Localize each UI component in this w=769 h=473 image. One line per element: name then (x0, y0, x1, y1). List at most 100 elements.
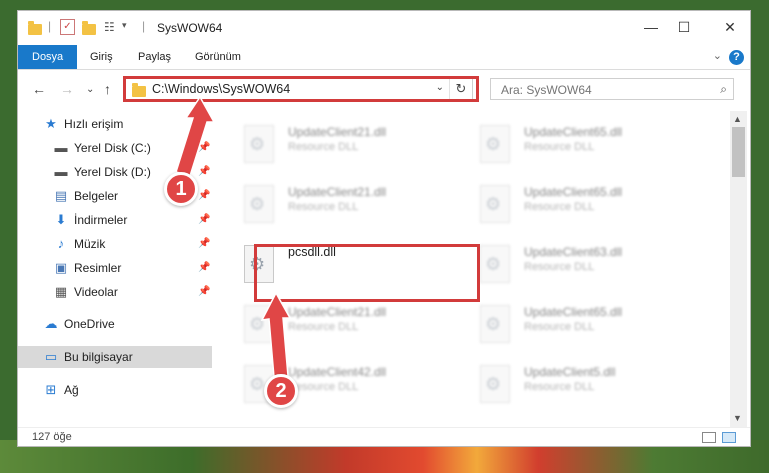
file-name: UpdateClient42.dll (288, 365, 387, 379)
file-item[interactable]: UpdateClient63.dll Resource DLL (452, 239, 672, 289)
highlight-address-bar (123, 76, 479, 102)
sidebar-item-label: İndirmeler (74, 213, 128, 227)
ribbon: Dosya Giriş Paylaş Görünüm ⌄ ? (18, 45, 750, 70)
pin-icon[interactable]: 📌 (198, 161, 210, 183)
quick-access-dropdown-icon[interactable]: ▾ (122, 20, 127, 36)
disk-icon: ▬ (54, 164, 68, 179)
tab-paylas[interactable]: Paylaş (128, 45, 181, 69)
recent-locations-button[interactable]: ⌄ (86, 84, 94, 95)
sidebar-item-label: Yerel Disk (D:) (74, 165, 151, 179)
details-view-icon[interactable] (702, 432, 716, 443)
star-icon: ★ (45, 116, 57, 131)
file-item[interactable]: UpdateClient42.dll Resource DLL (216, 359, 436, 409)
expand-ribbon-icon[interactable]: ⌄ (713, 49, 722, 62)
pin-icon[interactable]: 📌 (198, 257, 210, 279)
search-input[interactable] (499, 82, 703, 98)
sidebar-item-label: Müzik (74, 237, 106, 251)
close-button[interactable]: ✕ (715, 17, 745, 37)
back-button[interactable]: ← (32, 81, 46, 97)
file-type: Resource DLL (288, 321, 359, 333)
disk-icon: ▬ (54, 140, 68, 155)
pin-icon[interactable]: 📌 (198, 185, 210, 207)
sidebar-item-videos[interactable]: ▦ Videolar 📌 (18, 281, 212, 303)
sidebar-item-label: OneDrive (64, 317, 115, 331)
pictures-icon: ▣ (54, 260, 68, 275)
sidebar-item-disk-c[interactable]: ▬ Yerel Disk (C:) 📌 (18, 137, 212, 159)
step-1-badge: 1 (164, 172, 198, 206)
file-type: Resource DLL (524, 321, 595, 333)
network-icon: ⊞ (45, 382, 57, 397)
file-name: UpdateClient21.dll (288, 125, 387, 139)
file-item[interactable]: UpdateClient65.dll Resource DLL (452, 299, 672, 349)
file-item[interactable]: UpdateClient65.dll Resource DLL (452, 179, 672, 229)
file-type: Resource DLL (524, 201, 595, 213)
scroll-up-icon[interactable]: ▲ (733, 114, 742, 124)
sidebar-item-quick-access[interactable]: ★ Hızlı erişim (18, 113, 212, 135)
pin-icon[interactable]: 📌 (198, 137, 210, 159)
sidebar-item-label: Ağ (64, 383, 79, 397)
highlight-pcsdll (254, 244, 480, 302)
file-name: UpdateClient21.dll (288, 305, 387, 319)
file-explorer-window: | ✓ ☷ ▾ | SysWOW64 — ☐ ✕ Dosya Giriş Pay… (17, 10, 751, 447)
dll-file-icon (244, 125, 274, 163)
navigation-pane: ★ Hızlı erişim ▬ Yerel Disk (C:) 📌 ▬ Yer… (18, 111, 212, 427)
dll-file-icon (480, 125, 510, 163)
minimize-button[interactable]: — (636, 17, 666, 37)
sidebar-item-pictures[interactable]: ▣ Resimler 📌 (18, 257, 212, 279)
sidebar-item-onedrive[interactable]: ☁ OneDrive (18, 313, 212, 335)
computer-icon: ▭ (44, 349, 58, 364)
help-icon[interactable]: ? (729, 50, 744, 65)
forward-button[interactable]: → (60, 81, 74, 97)
sidebar-item-this-pc[interactable]: ▭ Bu bilgisayar (18, 346, 212, 368)
file-name: UpdateClient65.dll (524, 185, 623, 199)
dll-file-icon (244, 185, 274, 223)
sidebar-item-music[interactable]: ♪ Müzik 📌 (18, 233, 212, 255)
sidebar-item-label: Bu bilgisayar (64, 350, 133, 364)
sidebar-item-label: Hızlı erişim (64, 117, 124, 131)
videos-icon: ▦ (54, 284, 68, 299)
file-item[interactable]: UpdateClient21.dll Resource DLL (216, 179, 436, 229)
file-name: UpdateClient5.dll (524, 365, 616, 379)
file-item[interactable]: UpdateClient5.dll Resource DLL (452, 359, 672, 409)
tab-giris[interactable]: Giriş (80, 45, 123, 69)
sidebar-item-label: Yerel Disk (C:) (74, 141, 151, 155)
status-bar: 127 öğe (18, 427, 750, 448)
pin-icon[interactable]: 📌 (198, 281, 210, 303)
dll-file-icon (480, 305, 510, 343)
search-box[interactable]: ⌕ (490, 78, 734, 100)
pin-icon[interactable]: 📌 (198, 209, 210, 231)
tab-gorunum[interactable]: Görünüm (185, 45, 251, 69)
documents-icon: ▤ (54, 188, 68, 203)
up-button[interactable]: ↑ (104, 81, 111, 97)
music-icon: ♪ (57, 236, 65, 251)
search-icon[interactable]: ⌕ (720, 82, 727, 97)
step-2-badge: 2 (264, 374, 298, 408)
file-item[interactable]: UpdateClient21.dll Resource DLL (216, 119, 436, 169)
scroll-thumb[interactable] (732, 127, 745, 177)
pin-icon[interactable]: 📌 (198, 233, 210, 255)
cloud-icon: ☁ (44, 316, 58, 331)
sidebar-item-label: Videolar (74, 285, 118, 299)
tab-dosya[interactable]: Dosya (18, 45, 78, 69)
maximize-button[interactable]: ☐ (669, 17, 699, 37)
sidebar-item-downloads[interactable]: ⬇ İndirmeler 📌 (18, 209, 212, 231)
navigation-bar: ← → ⌄ ↑ C:\Windows\SysWOW64 ⌄ ↻ ⌕ (18, 70, 750, 108)
dll-file-icon (244, 305, 274, 343)
customize-icon[interactable]: ☷ (104, 20, 115, 36)
dll-file-icon (480, 185, 510, 223)
file-item[interactable]: UpdateClient21.dll Resource DLL (216, 299, 436, 349)
file-type: Resource DLL (288, 201, 359, 213)
scroll-down-icon[interactable]: ▼ (733, 413, 742, 423)
sidebar-item-network[interactable]: ⊞ Ağ (18, 379, 212, 401)
file-item[interactable]: UpdateClient65.dll Resource DLL (452, 119, 672, 169)
vertical-scrollbar[interactable]: ▲ ▼ (730, 111, 747, 427)
large-icons-view-icon[interactable] (722, 432, 736, 443)
file-type: Resource DLL (288, 141, 359, 153)
properties-icon[interactable]: ✓ (60, 19, 75, 35)
sidebar-item-label: Belgeler (74, 189, 119, 203)
file-name: UpdateClient21.dll (288, 185, 387, 199)
file-type: Resource DLL (524, 141, 595, 153)
separator: | (48, 19, 52, 33)
separator: | (142, 19, 146, 33)
file-type: Resource DLL (288, 381, 359, 393)
